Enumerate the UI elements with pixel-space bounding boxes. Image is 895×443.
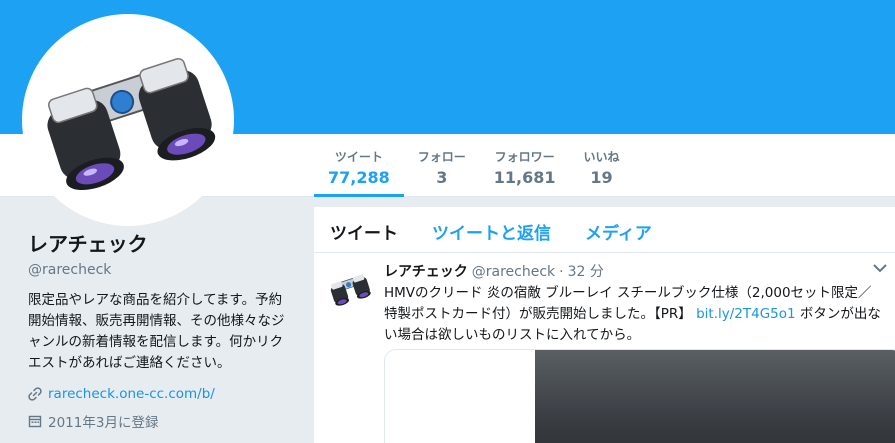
profile-name[interactable]: レアチェック <box>28 228 298 257</box>
stat-value: 77,288 <box>328 168 390 187</box>
tweet-avatar[interactable] <box>326 265 374 313</box>
stat-likes[interactable]: いいね 19 <box>570 134 634 197</box>
stat-value: 19 <box>590 168 613 187</box>
stat-tweets[interactable]: ツイート 77,288 <box>314 134 404 197</box>
stat-followers[interactable]: フォロワー 11,681 <box>480 134 570 197</box>
timeline-tabs: ツイート ツイートと返信 メディア <box>314 207 895 253</box>
tweet[interactable]: レアチェック @rarecheck · 32 分 HMVのクリード 炎の宿敵 ブ… <box>314 253 895 443</box>
tweet-text-main: HMVのクリード 炎の宿敵 ブルーレイ スチールブック仕様（2,000セット限定… <box>384 285 872 322</box>
tab-media[interactable]: メディア <box>585 207 668 252</box>
binoculars-icon <box>326 265 374 313</box>
stat-label: いいね <box>583 150 620 164</box>
tweet-media-card[interactable] <box>384 349 895 443</box>
profile-card: レアチェック @rarecheck 限定品やレアな商品を紹介してます。予約開始情… <box>28 228 298 431</box>
timeline: ツイート ツイートと返信 メディア レアチェック @rarecheck · 32… <box>314 207 895 443</box>
tweet-media-image <box>535 350 895 443</box>
profile-url-row: rarecheck.one-cc.com/b/ <box>28 386 298 402</box>
profile-join-row: 2011年3月に登録 <box>28 411 298 431</box>
link-icon <box>28 387 42 401</box>
stat-value: 11,681 <box>493 168 556 187</box>
tweet-header: レアチェック @rarecheck · 32 分 <box>384 261 604 281</box>
tab-tweets[interactable]: ツイート <box>330 207 414 252</box>
tweet-author-handle[interactable]: @rarecheck <box>472 264 555 280</box>
profile-stats: ツイート 77,288 フォロー 3 フォロワー 11,681 いいね 19 <box>314 134 634 197</box>
profile-bio: 限定品やレアな商品を紹介してます。予約開始情報、販売再開情報、その他様々なジャン… <box>28 292 285 371</box>
calendar-icon <box>28 415 42 428</box>
chevron-down-icon[interactable] <box>873 263 887 273</box>
stat-value: 3 <box>436 168 448 187</box>
tab-tweets-and-replies[interactable]: ツイートと返信 <box>432 207 567 252</box>
tweet-timestamp[interactable]: 32 分 <box>568 261 604 281</box>
tweet-link[interactable]: bit.ly/2T4G5o1 <box>696 306 796 322</box>
stat-label: フォロワー <box>494 150 555 164</box>
stat-label: フォロー <box>417 150 466 164</box>
tweet-text: HMVのクリード 炎の宿敵 ブルーレイ スチールブック仕様（2,000セット限定… <box>384 283 884 346</box>
binoculars-icon <box>27 19 229 221</box>
tweet-separator: · <box>559 264 564 280</box>
profile-avatar[interactable] <box>22 14 234 226</box>
stat-following[interactable]: フォロー 3 <box>404 134 480 197</box>
stat-label: ツイート <box>334 150 383 164</box>
profile-joined: 2011年3月に登録 <box>48 415 159 431</box>
tweet-author-name[interactable]: レアチェック <box>384 261 468 281</box>
profile-url[interactable]: rarecheck.one-cc.com/b/ <box>48 386 215 402</box>
profile-handle[interactable]: @rarecheck <box>28 262 298 278</box>
